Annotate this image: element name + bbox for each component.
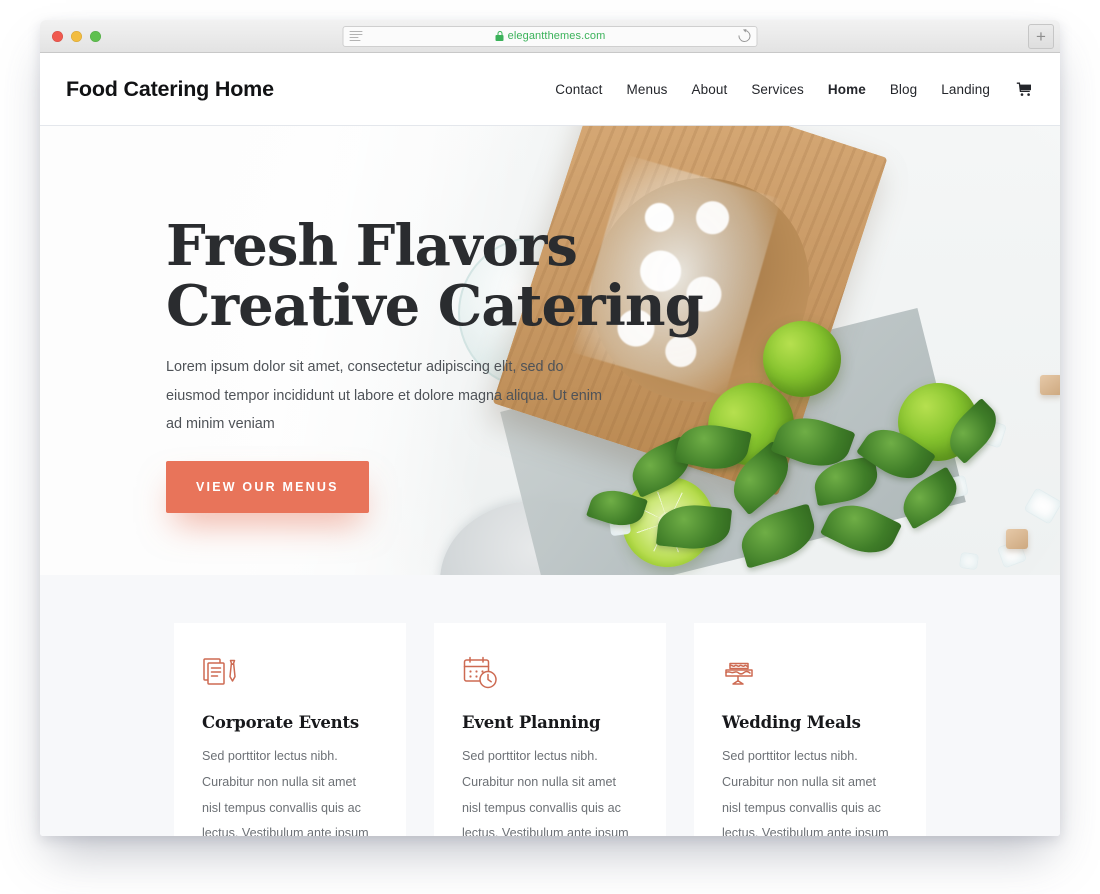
mint-leaves <box>586 395 1020 575</box>
nav-item-services[interactable]: Services <box>751 82 804 97</box>
service-card-text: Sed porttitor lectus nibh. Curabitur non… <box>462 749 629 836</box>
service-card-title: Event Planning <box>462 713 601 732</box>
sugar-cube <box>1040 375 1060 395</box>
site-header: Food Catering Home Contact Menus About S… <box>40 53 1060 125</box>
nav-item-home[interactable]: Home <box>828 82 866 97</box>
service-card-event-planning[interactable]: Event Planning Sed porttitor lectus nibh… <box>434 623 666 836</box>
nav-item-landing[interactable]: Landing <box>941 82 990 97</box>
service-card-text: Sed porttitor lectus nibh. Curabitur non… <box>722 749 889 836</box>
document-tie-icon <box>202 655 378 699</box>
services-section: Corporate Events Sed porttitor lectus ni… <box>40 575 1060 836</box>
hero-subtitle: Lorem ipsum dolor sit amet, consectetur … <box>166 358 602 433</box>
site-logo[interactable]: Food Catering Home <box>66 77 274 102</box>
shopping-cart-icon[interactable] <box>1016 82 1034 97</box>
url-text: elegantthemes.com <box>507 30 606 42</box>
service-card-corporate-events[interactable]: Corporate Events Sed porttitor lectus ni… <box>174 623 406 836</box>
nav-item-about[interactable]: About <box>692 82 728 97</box>
view-our-menus-button[interactable]: VIEW OUR MENUS <box>166 461 369 514</box>
hero-title-line1: Fresh Flavors <box>166 213 578 279</box>
service-card-title: Corporate Events <box>202 713 359 732</box>
window-controls <box>52 30 101 42</box>
reload-icon[interactable] <box>736 27 753 45</box>
browser-window: elegantthemes.com + Food Catering Home C… <box>40 20 1060 836</box>
url-display: elegantthemes.com <box>363 30 739 42</box>
lime-whole <box>763 321 841 397</box>
hero-title-line2: Creative Catering <box>166 272 704 339</box>
new-tab-button[interactable]: + <box>1028 24 1054 49</box>
browser-toolbar: elegantthemes.com + <box>40 20 1060 53</box>
service-card-text: Sed porttitor lectus nibh. Curabitur non… <box>202 749 369 836</box>
service-card-title: Wedding Meals <box>722 713 861 732</box>
hero-section: Fresh Flavors Creative Catering Lorem ip… <box>40 125 1060 575</box>
main-navigation: Contact Menus About Services Home Blog L… <box>555 82 1034 97</box>
service-card-wedding-meals[interactable]: Wedding Meals Sed porttitor lectus nibh.… <box>694 623 926 836</box>
ice-cube <box>1023 487 1060 525</box>
reader-view-icon[interactable] <box>349 30 363 42</box>
address-bar[interactable]: elegantthemes.com <box>342 25 758 47</box>
calendar-clock-icon <box>462 655 638 699</box>
hero-content: Fresh Flavors Creative Catering Lorem ip… <box>166 213 704 514</box>
nav-item-menus[interactable]: Menus <box>627 82 668 97</box>
lock-icon <box>495 31 504 41</box>
minimize-window-button[interactable] <box>71 30 82 42</box>
close-window-button[interactable] <box>52 30 63 42</box>
nav-item-blog[interactable]: Blog <box>890 82 917 97</box>
nav-item-contact[interactable]: Contact <box>555 82 602 97</box>
maximize-window-button[interactable] <box>90 30 101 42</box>
wedding-cake-icon <box>722 655 898 699</box>
